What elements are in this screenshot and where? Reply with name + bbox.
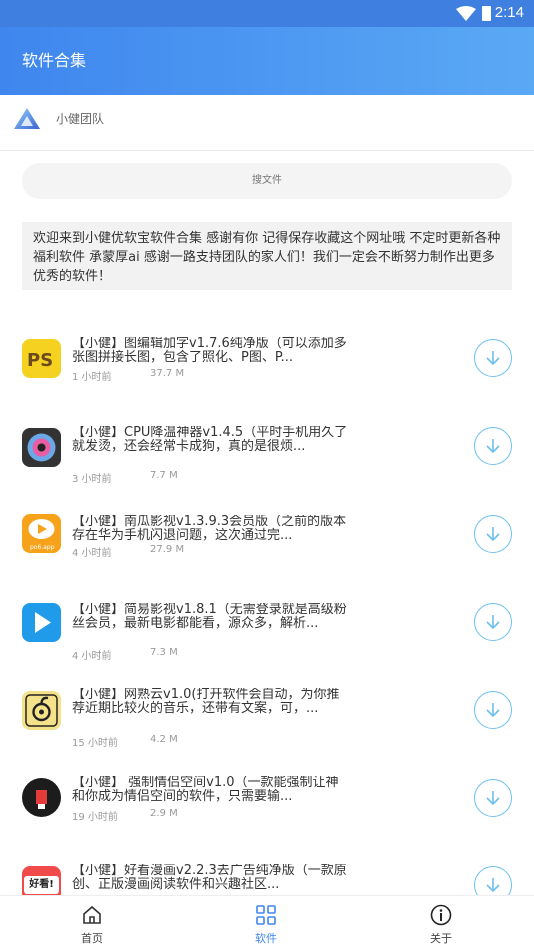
download-arrow-icon <box>486 439 500 454</box>
list-item[interactable]: po6.app 【小健】南瓜影视v1.3.9.3会员版（之前的版本存在华为手机闪… <box>0 514 534 602</box>
file-age: 4 小时前 <box>72 548 112 559</box>
file-name: 【小健】 强制情侣空间v1.0（一款能强制让神和你成为情侣空间的软件，只需要输.… <box>72 776 339 804</box>
file-meta: 15 小时前 4.2 M <box>72 734 178 749</box>
list-item[interactable]: 【小健】简易影视v1.8.1（无需登录就是高级粉丝会员，最新电影都能看，源众多，… <box>0 602 534 690</box>
svg-text:PS: PS <box>27 350 53 371</box>
file-age: 19 小时前 <box>72 812 118 823</box>
cooling-fan-icon <box>22 428 61 467</box>
download-arrow-icon <box>486 615 500 630</box>
music-disc-icon <box>22 691 61 730</box>
download-button[interactable] <box>474 515 512 553</box>
file-size: 27.9 M <box>150 544 185 555</box>
list-item[interactable]: 【小健】网熟云v1.0(打开软件会自动，为你推荐近期比较火的音乐，还带有文案，可… <box>0 688 534 778</box>
svg-text:po6.app: po6.app <box>30 544 55 551</box>
download-arrow-icon <box>486 791 500 806</box>
file-name: 【小健】CPU降温神器v1.4.5（平时手机用久了就发烫，还会经常卡成狗，真的是… <box>72 426 348 454</box>
file-name: 【小健】图编辑加字v1.7.6纯净版（可以添加多张图拼接长图，包含了照化、P图、… <box>72 337 347 365</box>
file-name: 【小健】南瓜影视v1.3.9.3会员版（之前的版本存在华为手机闪退问题，这次通过… <box>72 515 347 543</box>
download-button[interactable] <box>474 603 512 641</box>
grid-icon <box>256 905 276 925</box>
download-button[interactable] <box>474 427 512 465</box>
file-name: 【小健】好看漫画v2.2.3去广告纯净版（一款原创、正版漫画阅读软件和兴趣社区.… <box>72 864 347 892</box>
tab-label: 首页 <box>81 932 103 945</box>
search-input[interactable]: 搜文件 <box>22 163 512 199</box>
wifi-icon <box>456 6 476 21</box>
battery-icon <box>482 6 491 21</box>
ps-editor-icon: PS <box>22 339 61 378</box>
file-size: 4.2 M <box>150 734 178 745</box>
tab-about[interactable]: 关于 <box>352 896 530 949</box>
tab-label: 软件 <box>255 932 277 945</box>
file-meta: 3 小时前 7.7 M <box>72 470 178 485</box>
triangle-logo-icon <box>13 107 41 131</box>
list-item[interactable]: PS 【小健】图编辑加字v1.7.6纯净版（可以添加多张图拼接长图，包含了照化、… <box>0 337 534 426</box>
info-icon <box>430 904 452 926</box>
file-size: 37.7 M <box>150 368 185 379</box>
file-name: 【小健】简易影视v1.8.1（无需登录就是高级粉丝会员，最新电影都能看，源众多，… <box>72 603 347 631</box>
file-age: 15 小时前 <box>72 738 118 749</box>
file-size: 7.7 M <box>150 470 178 481</box>
status-bar: 2:14 <box>0 0 534 27</box>
page-title: 软件合集 <box>22 51 87 70</box>
home-icon <box>83 905 101 924</box>
file-size: 2.9 M <box>150 808 178 819</box>
bottom-tab-bar: 首页 软件 关于 <box>0 895 534 949</box>
download-arrow-icon <box>486 351 500 366</box>
file-meta: 4 小时前 27.9 M <box>72 544 184 559</box>
file-meta: 1 小时前 37.7 M <box>72 368 184 383</box>
couple-space-icon <box>22 778 61 817</box>
download-button[interactable] <box>474 339 512 377</box>
team-name: 小健团队 <box>56 112 105 126</box>
file-meta: 19 小时前 2.9 M <box>72 808 178 823</box>
file-size: 7.3 M <box>150 647 178 658</box>
list-item[interactable]: 【小健】CPU降温神器v1.4.5（平时手机用久了就发烫，还会经常卡成狗，真的是… <box>0 425 534 513</box>
comic-badge: 好看! <box>24 876 59 894</box>
file-age: 4 小时前 <box>72 651 112 662</box>
app-bar: 软件合集 <box>0 27 534 95</box>
file-age: 3 小时前 <box>72 474 112 485</box>
team-header[interactable]: 小健团队 <box>0 95 534 151</box>
download-arrow-icon <box>486 527 500 542</box>
tab-label: 关于 <box>430 932 452 945</box>
download-button[interactable] <box>474 779 512 817</box>
list-item[interactable]: 【小健】 强制情侣空间v1.0（一款能强制让神和你成为情侣空间的软件，只需要输.… <box>0 776 534 866</box>
status-time: 2:14 <box>494 4 524 21</box>
tab-home[interactable]: 首页 <box>3 896 181 949</box>
file-meta: 4 小时前 7.3 M <box>72 647 178 662</box>
tab-software[interactable]: 软件 <box>177 896 355 949</box>
play-icon <box>22 603 61 642</box>
file-age: 1 小时前 <box>72 372 112 383</box>
file-name: 【小健】网熟云v1.0(打开软件会自动，为你推荐近期比较火的音乐，还带有文案，可… <box>72 688 340 716</box>
download-arrow-icon <box>486 878 500 893</box>
download-button[interactable] <box>474 691 512 729</box>
pumpkin-video-icon: po6.app <box>22 514 61 553</box>
download-arrow-icon <box>486 703 500 718</box>
welcome-notice: 欢迎来到小健优软宝软件合集 感谢有你 记得保存收藏这个网址哦 不定时更新各种福利… <box>22 222 512 290</box>
